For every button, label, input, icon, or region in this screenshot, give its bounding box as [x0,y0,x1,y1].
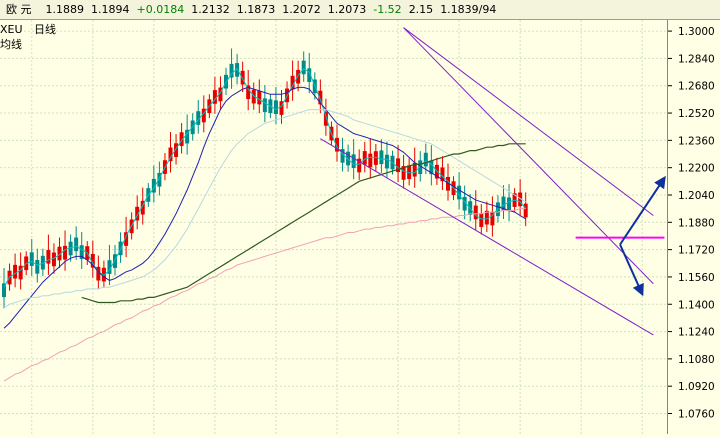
candle-body [13,264,18,279]
y-tick-label: 1.1400 [678,299,715,311]
candle-body [479,213,484,227]
candle-body [301,60,306,75]
candle-body [74,237,79,252]
quote-field: 1.2072 [282,3,321,16]
trend-line [403,27,654,285]
forecast-arrow [619,175,666,246]
candle-body [507,197,512,212]
trend-line [403,27,654,216]
y-tick-label: 1.2200 [678,163,715,175]
quote-field: 1.2073 [327,3,367,16]
candle-body [351,154,356,169]
candle-body [46,249,51,264]
candle-body [35,260,40,274]
price-axis: 1.3000 1.2840 1.2680 1.2520 1.2360 1.2200 1.20… [667,20,720,434]
candle-body [262,98,267,113]
y-tick-label: 1.2520 [678,108,715,120]
chart-area[interactable] [0,20,666,434]
candle-body [51,252,56,267]
legend-period: 日线 [34,23,57,36]
candle-body [523,203,528,218]
price-chart[interactable] [0,20,666,434]
y-tick-label: 1.1240 [678,327,715,339]
y-tick-label: 1.2040 [678,190,715,202]
quote-field: +0.0184 [136,3,185,16]
y-tick-label: 1.1080 [678,354,715,366]
y-tick-label: 1.1560 [678,272,715,284]
quote-field: 2.15 [408,3,434,16]
y-tick-label: 1.2360 [678,135,715,147]
moving-average-line [3,109,526,309]
chart-legend: XEU 日线 均线 [0,22,64,52]
quote-pair: 欧 元 [6,3,32,16]
candle-body [423,152,428,167]
candle-body [63,245,68,260]
candle-body [362,151,367,165]
quote-bar: 欧 元 1.1889 1.1894 +0.0184 1.2132 1.1873 1.2072… [0,0,720,20]
quote-field: 1.2132 [191,3,230,16]
candle-body [473,205,478,220]
y-tick-label: 1.2680 [678,81,715,93]
candle-body [368,153,373,168]
quote-field: 1.1873 [236,3,276,16]
quote-field: 1.1889 [45,3,85,16]
quote-field: 1.1839/94 [440,3,497,16]
candle-body [29,252,34,266]
y-tick-label: 1.1720 [678,245,715,257]
legend-symbol: XEU [0,23,23,36]
y-tick-label: 1.3000 [678,26,715,38]
quote-field: -1.52 [373,3,402,16]
legend-indicator: 均线 [0,38,22,51]
candle-body [296,69,301,84]
candle-body [379,150,384,165]
quote-field: 1.1894 [91,3,130,16]
y-tick-label: 1.0760 [678,409,715,421]
y-tick-label: 1.2840 [678,53,715,65]
candle-body [257,90,262,105]
y-tick-label: 1.1880 [678,217,715,229]
candle-body [323,112,328,126]
y-tick-label: 1.0920 [678,381,715,393]
moving-average-line [3,208,526,382]
candle-body [384,154,389,169]
candle-body [273,100,278,114]
